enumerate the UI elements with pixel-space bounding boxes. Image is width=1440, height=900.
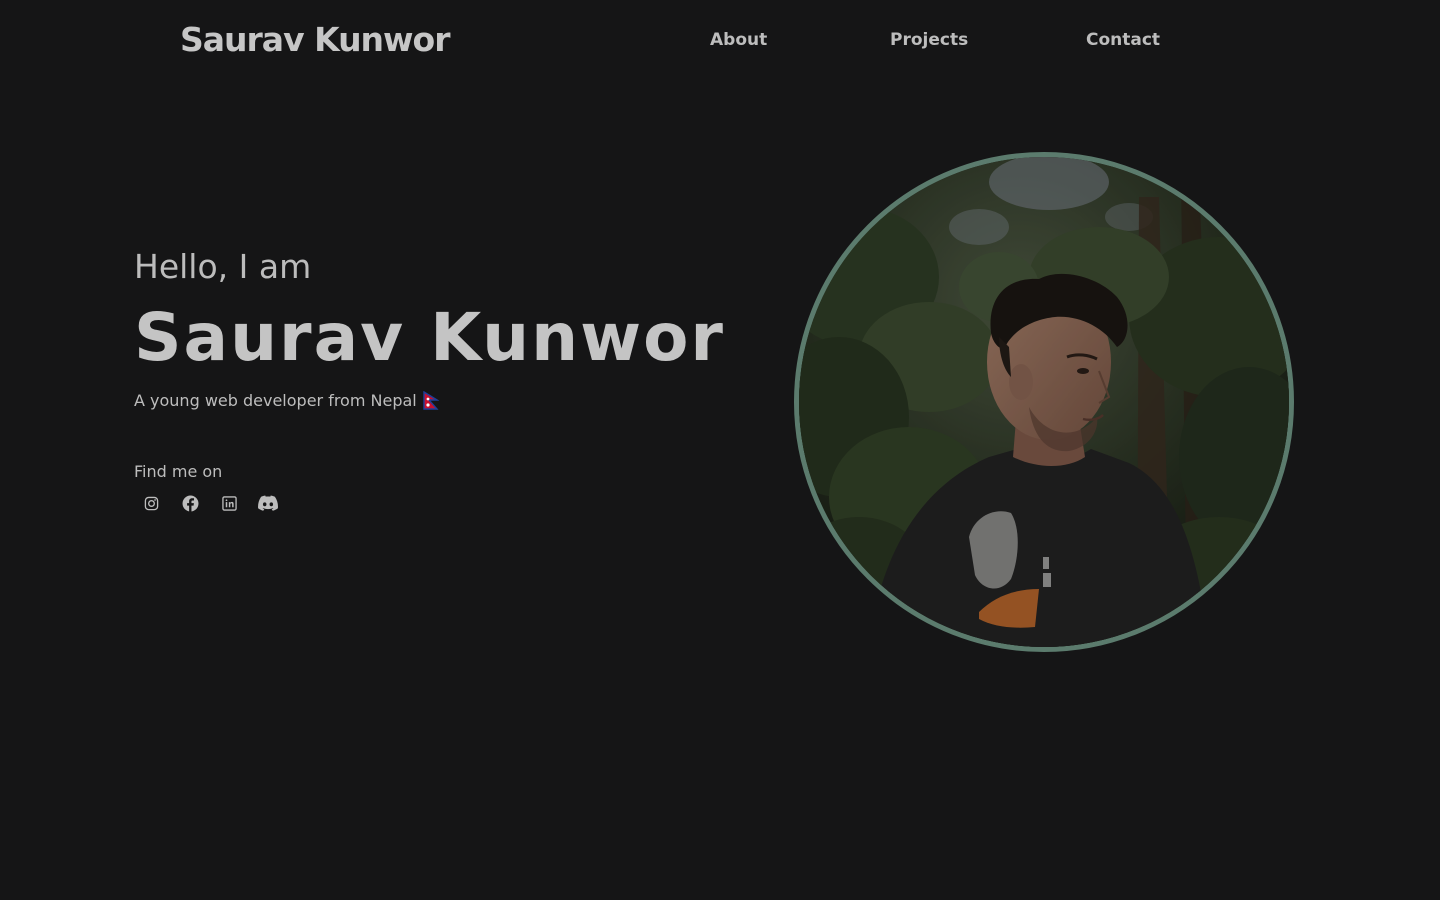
hero-tagline-row: A young web developer from Nepal (134, 390, 754, 412)
instagram-icon[interactable] (138, 491, 164, 515)
facebook-icon[interactable] (177, 491, 203, 515)
social-label: Find me on (134, 462, 223, 481)
main-nav: About Projects Contact (0, 28, 1440, 54)
linkedin-icon[interactable] (216, 491, 242, 515)
nav-link-projects[interactable]: Projects (890, 28, 968, 52)
nepal-flag-icon (423, 390, 440, 411)
social-links (138, 491, 294, 515)
profile-photo (794, 152, 1294, 652)
portfolio-page: Saurav Kunwor About Projects Contact Hel… (0, 0, 1440, 900)
hero-greeting: Hello, I am (134, 247, 312, 286)
nav-link-about[interactable]: About (710, 28, 767, 52)
hero-tagline: A young web developer from Nepal (134, 391, 417, 410)
discord-icon[interactable] (255, 491, 281, 515)
hero-name: Saurav Kunwor (134, 299, 725, 376)
nav-link-contact[interactable]: Contact (1086, 28, 1160, 52)
hero-intro: Hello, I am Saurav Kunwor A young web de… (134, 244, 754, 412)
